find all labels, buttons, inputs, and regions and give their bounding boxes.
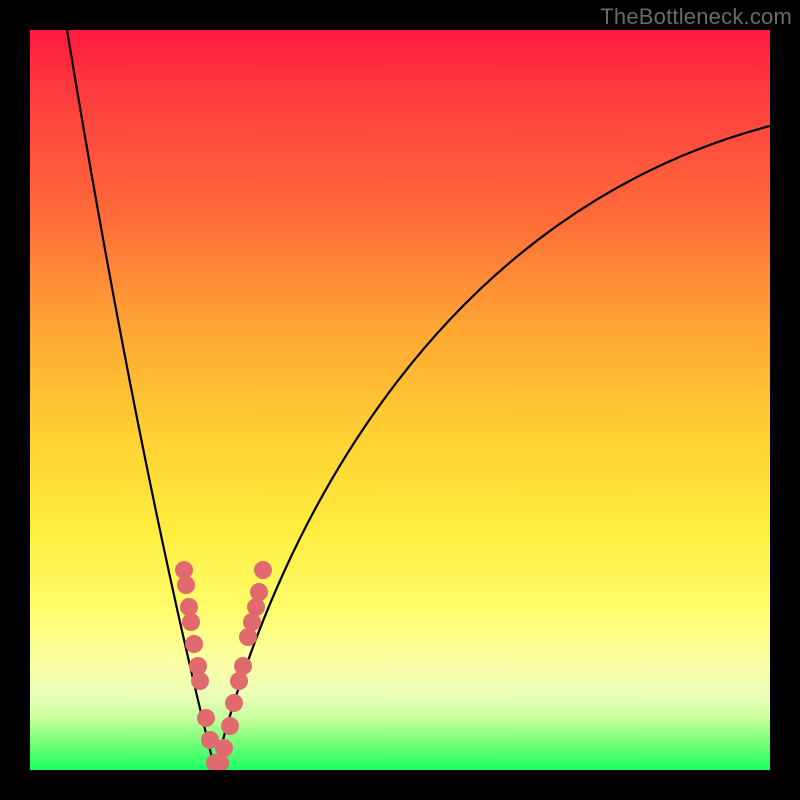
watermark-text: TheBottleneck.com xyxy=(600,4,792,30)
curve-right-branch xyxy=(215,126,770,770)
plot-area xyxy=(30,30,770,770)
chart-frame: TheBottleneck.com xyxy=(0,0,800,800)
bottleneck-curve xyxy=(30,30,770,770)
